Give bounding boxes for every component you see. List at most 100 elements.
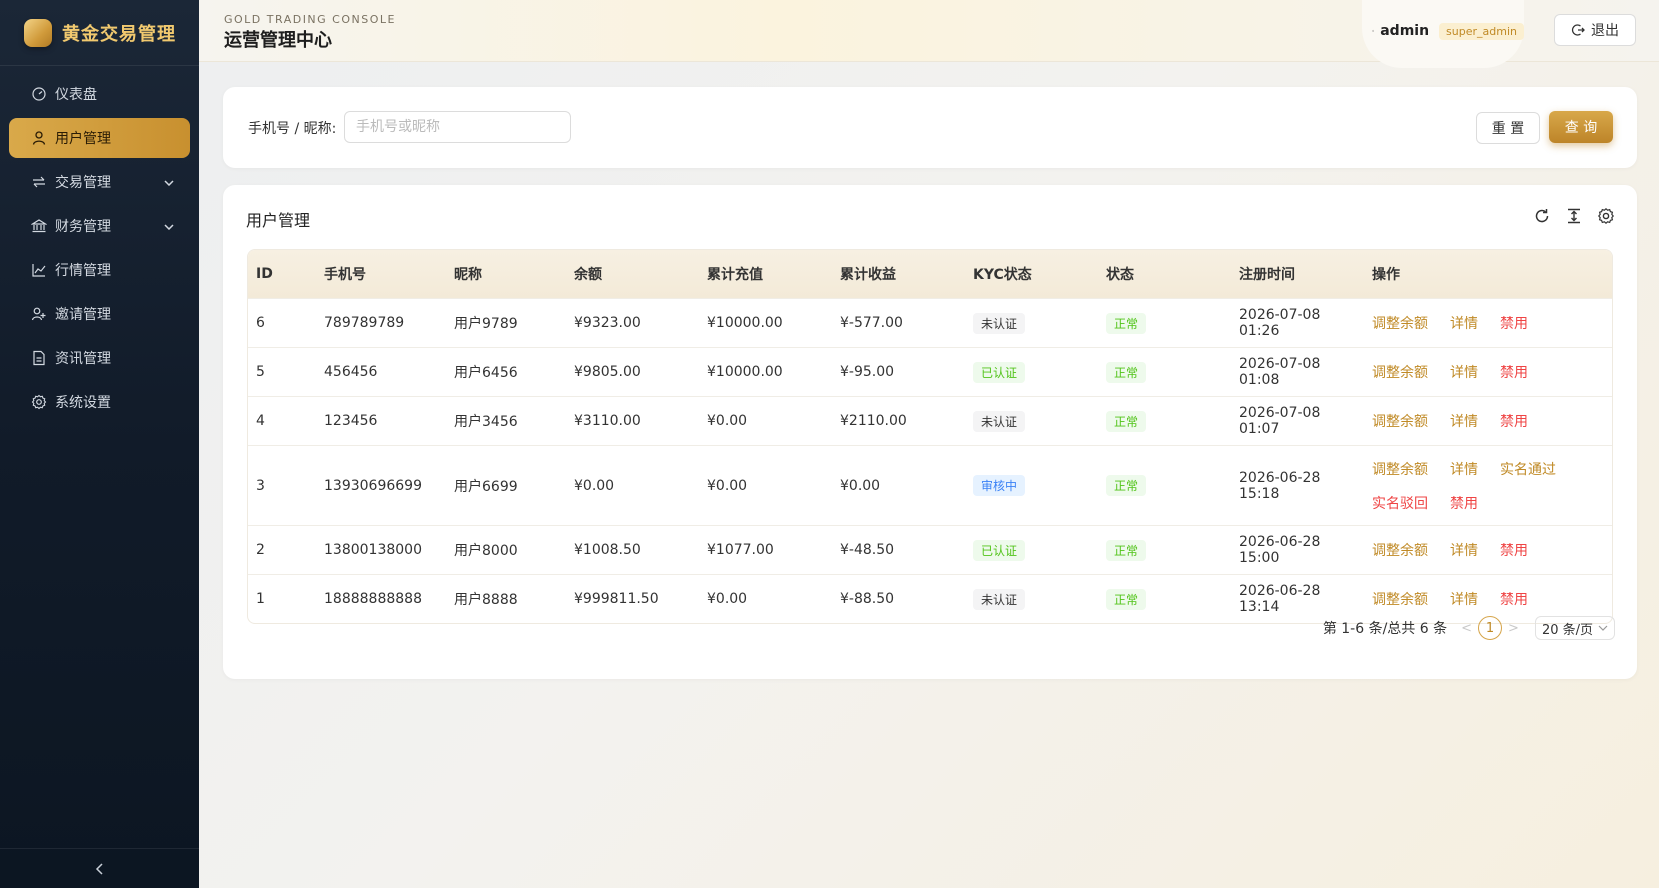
kyc-reject-link[interactable]: 实名驳回 [1372,493,1428,513]
col-kyc-cell: 未认证 [965,410,1098,432]
status-badge: 正常 [1106,475,1147,496]
adjust-balance-link[interactable]: 调整余额 [1372,459,1428,479]
col-profit-header: 累计收益 [840,267,896,283]
col-balance-cell: ¥9323.00 [574,315,641,331]
table-toolbar [1533,207,1615,225]
kyc-status-badge: 已认证 [973,361,1026,383]
line-chart-icon [31,262,47,278]
sidebar-item-2[interactable]: 交易管理 [9,162,190,202]
col-nickname-cell: 用户9789 [454,316,518,332]
col-id-cell: 2 [256,542,265,558]
col-kyc-header: KYC状态 [973,267,1032,283]
col-phone-cell: 456456 [324,364,378,380]
sidebar-item-5[interactable]: 邀请管理 [9,294,190,334]
details-link[interactable]: 详情 [1450,540,1478,560]
col-reg-time-cell: 2026-07-08 01:08 [1239,356,1321,388]
disable-link[interactable]: 禁用 [1500,362,1528,382]
sidebar-item-1[interactable]: 用户管理 [9,118,190,158]
disable-link[interactable]: 禁用 [1500,313,1528,333]
table-header: ID 手机号 昵称 余额 累计充值 累计收益 KYC状态 状态 注册时间 操作 [248,250,1612,298]
table-row: 6 789789789 用户9789 ¥9323.00 ¥10000.00 ¥-577.0… [248,298,1612,347]
sidebar-item-label: 系统设置 [55,395,111,411]
sidebar-item-6[interactable]: 资讯管理 [9,338,190,378]
col-actions-cell: 调整余额 详情 实名通过实名驳回 禁用 [1364,459,1596,513]
page-size-value: 20 条/页 [1541,622,1593,638]
col-nickname-header: 昵称 [454,267,482,283]
brand-name: 黄金交易管理 [62,23,176,45]
col-balance-header: 余额 [574,267,602,283]
details-link[interactable]: 详情 [1450,459,1478,479]
page-1-button[interactable]: 1 [1478,616,1503,640]
reset-button[interactable]: 重 置 [1476,112,1540,144]
disable-link[interactable]: 禁用 [1450,493,1478,513]
col-id-cell: 1 [256,591,265,607]
collapse-sidebar-button[interactable] [0,848,199,888]
refresh-icon[interactable] [1533,207,1551,225]
user-icon [1372,30,1375,32]
search-input[interactable] [344,111,571,143]
top-header: GOLD TRADING CONSOLE 运营管理中心 admin super_… [199,0,1659,68]
col-nickname-cell: 用户3456 [454,414,518,430]
col-reg-time-cell: 2026-06-28 15:00 [1239,534,1321,566]
col-deposit-cell: ¥10000.00 [707,315,783,331]
col-deposit-cell: ¥1077.00 [707,542,774,558]
col-profit-cell: ¥0.00 [840,477,881,494]
col-phone-cell: 18888888888 [324,591,422,607]
user-chip[interactable]: admin super_admin [1362,0,1524,68]
bank-icon [31,218,47,234]
adjust-balance-link[interactable]: 调整余额 [1372,411,1428,431]
adjust-balance-link[interactable]: 调整余额 [1372,362,1428,382]
prev-page-icon[interactable]: < [1461,621,1472,636]
kyc-status-badge: 已认证 [973,539,1026,561]
page-size-select[interactable]: 20 条/页 [1534,616,1615,640]
col-deposit-cell: ¥0.00 [707,477,748,494]
sidebar-menu: 仪表盘 用户管理 交易管理 财务管理行情管理邀请管理资讯管理系统设置 [0,66,199,434]
chevron-down-icon [1598,625,1608,631]
details-link[interactable]: 详情 [1450,362,1478,382]
column-height-icon[interactable] [1565,207,1583,225]
sidebar-item-7[interactable]: 系统设置 [9,382,190,422]
kyc-approve-link[interactable]: 实名通过 [1500,459,1556,479]
sidebar-item-0[interactable]: 仪表盘 [9,74,190,114]
col-status-cell: 正常 [1098,475,1231,496]
col-phone-cell: 123456 [324,413,378,429]
col-balance-cell: ¥999811.50 [574,591,659,607]
brand-logo [24,18,52,47]
next-page-icon[interactable]: > [1508,621,1519,636]
details-link[interactable]: 详情 [1450,589,1478,609]
col-nickname-cell: 用户8000 [454,543,518,559]
setting-icon[interactable] [1597,207,1615,225]
row-actions: 调整余额 详情 禁用 [1372,411,1596,431]
adjust-balance-link[interactable]: 调整余额 [1372,313,1428,333]
col-deposit-cell: ¥10000.00 [707,364,783,380]
col-id-cell: 6 [256,315,265,331]
user-table-panel: 用户管理 ID 手机号 昵称 余额 累计充值 累计收益 KYC状态 状态 注册时间 操作 6 789… [223,185,1637,679]
col-phone-cell: 13930696699 [324,477,422,494]
table-row: 4 123456 用户3456 ¥3110.00 ¥0.00 ¥2110.00 未认证 正常 2… [248,396,1612,445]
disable-link[interactable]: 禁用 [1500,411,1528,431]
disable-link[interactable]: 禁用 [1500,589,1528,609]
logout-button[interactable]: 退出 [1554,14,1636,46]
col-balance-cell: ¥1008.50 [574,542,641,558]
sidebar-item-label: 行情管理 [55,263,111,279]
adjust-balance-link[interactable]: 调整余额 [1372,540,1428,560]
col-actions-cell: 调整余额 详情 禁用 [1364,362,1596,382]
chevron-left-icon [95,862,103,875]
page-title: 运营管理中心 [224,30,332,51]
sidebar-item-label: 资讯管理 [55,351,111,367]
pagination-summary: 第 1-6 条/总共 6 条 [1322,621,1448,637]
user-table: ID 手机号 昵称 余额 累计充值 累计收益 KYC状态 状态 注册时间 操作 6 78978978… [247,249,1613,624]
disable-link[interactable]: 禁用 [1500,540,1528,560]
adjust-balance-link[interactable]: 调整余额 [1372,589,1428,609]
query-button[interactable]: 查 询 [1549,111,1613,143]
details-link[interactable]: 详情 [1450,411,1478,431]
details-link[interactable]: 详情 [1450,313,1478,333]
col-id-cell: 5 [256,364,265,380]
sidebar-item-4[interactable]: 行情管理 [9,250,190,290]
sidebar-item-3[interactable]: 财务管理 [9,206,190,246]
col-status-cell: 正常 [1098,588,1231,610]
user-add-icon [31,306,47,322]
chevron-down-icon [164,218,174,234]
console-subtitle: GOLD TRADING CONSOLE [224,13,396,26]
kyc-status-badge: 审核中 [973,475,1026,496]
